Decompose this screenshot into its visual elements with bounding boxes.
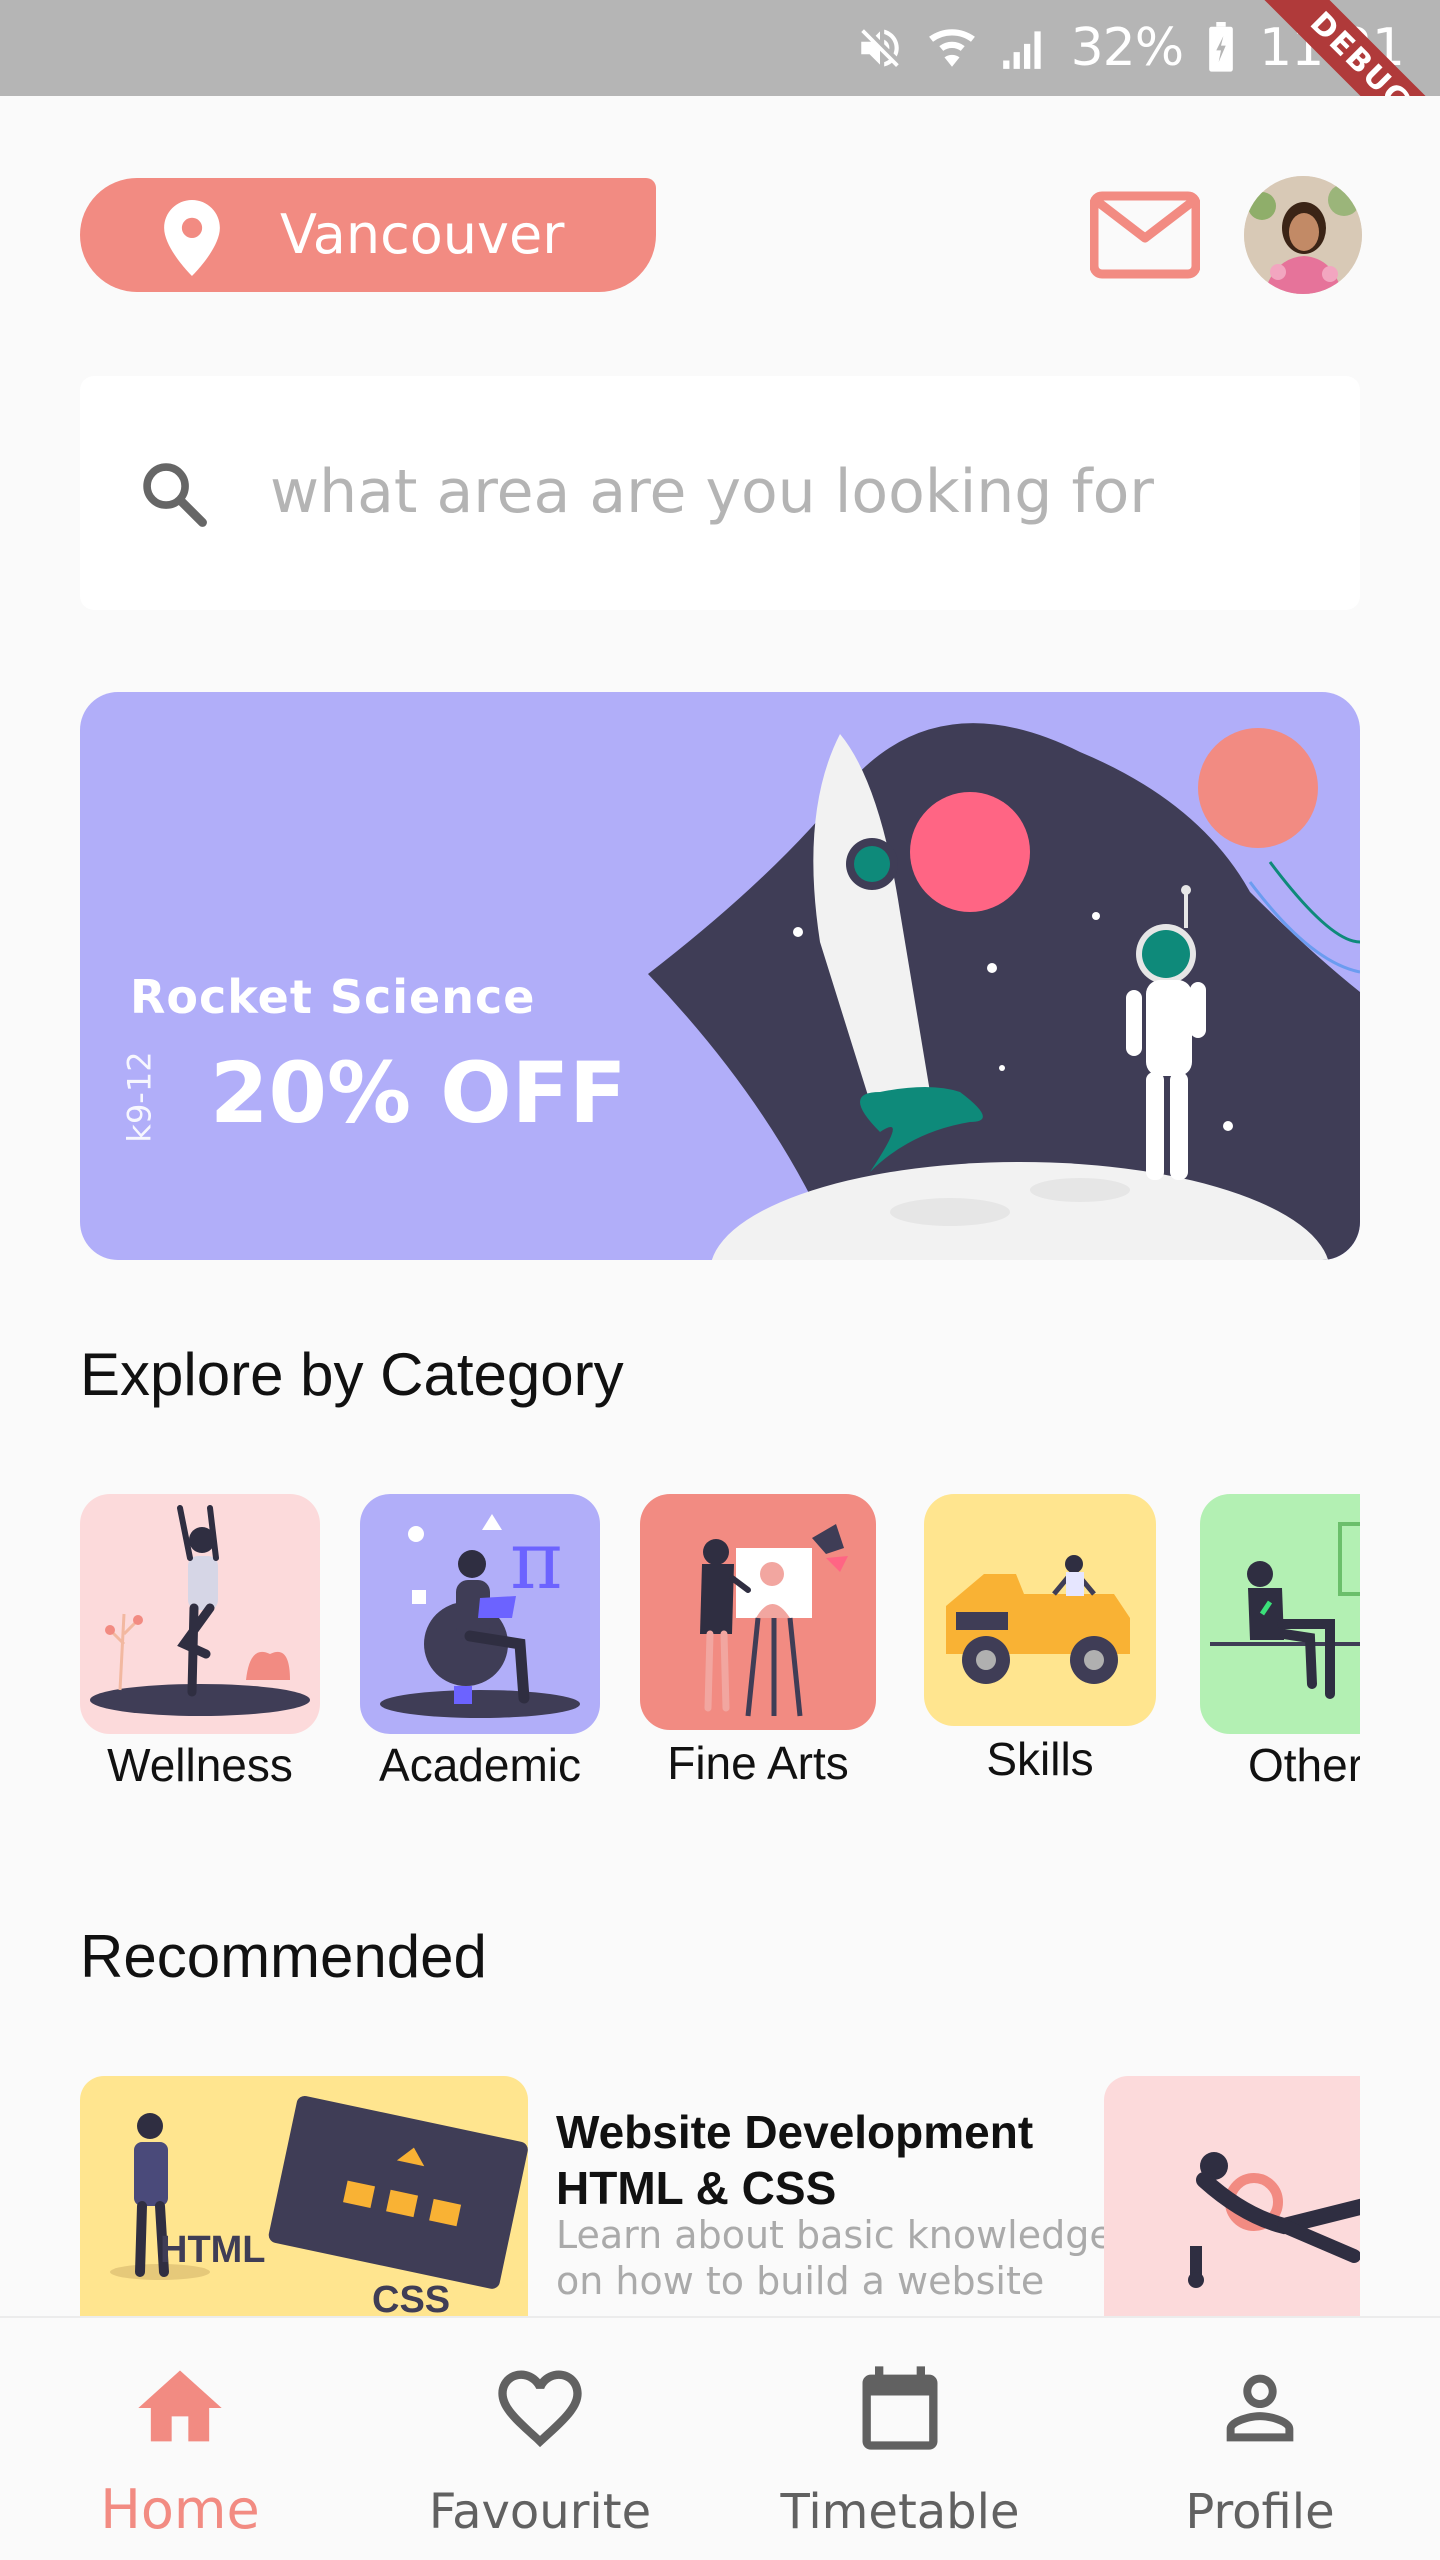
search-input[interactable]	[270, 432, 1310, 552]
recommended-heading: Recommended	[80, 1923, 487, 1990]
category-label: Academic	[379, 1739, 581, 1791]
avatar-photo	[1244, 176, 1362, 294]
promo-banner[interactable]: Rocket Science k9-12 20% OFF	[80, 692, 1360, 1260]
avatar[interactable]	[1244, 176, 1362, 294]
battery-percent: 32%	[1070, 18, 1185, 78]
wellness-illustration	[80, 1494, 320, 1734]
heart-icon	[498, 2370, 582, 2448]
categories-heading: Explore by Category	[80, 1341, 624, 1408]
search-bar[interactable]	[80, 376, 1360, 610]
promo-grade: k9-12	[120, 1051, 159, 1143]
course-card-image-2[interactable]	[1104, 2076, 1360, 2316]
nav-profile[interactable]: Profile	[1080, 2318, 1440, 2560]
location-pin-icon	[164, 200, 220, 276]
location-selector[interactable]: Vancouver	[80, 178, 656, 292]
course-card-image[interactable]: HTML CSS	[80, 2076, 528, 2316]
category-wellness[interactable]: Wellness	[80, 1494, 320, 1791]
nav-label: Favourite	[428, 2484, 652, 2540]
category-label: Other	[1248, 1739, 1360, 1791]
nav-label: Timetable	[780, 2484, 1020, 2540]
status-bar: 32% 11:21 DEBUG	[0, 0, 1440, 96]
svg-text:HTML: HTML	[160, 2229, 266, 2271]
svg-text:π: π	[510, 1514, 563, 1607]
nav-favourite[interactable]: Favourite	[360, 2318, 720, 2560]
skills-illustration	[924, 1494, 1156, 1726]
promo-subtitle: Rocket Science	[130, 970, 536, 1024]
wifi-icon	[928, 29, 975, 67]
category-label: Wellness	[107, 1739, 293, 1791]
category-academic[interactable]: π Academic	[360, 1494, 600, 1791]
search-icon	[143, 463, 207, 527]
academic-illustration: π	[360, 1494, 600, 1734]
person-icon	[1226, 2374, 1294, 2442]
signal-icon	[1002, 31, 1041, 69]
mail-icon	[1089, 191, 1201, 279]
category-skills[interactable]: Skills	[924, 1494, 1156, 1785]
nav-home[interactable]: Home	[0, 2318, 360, 2560]
category-label: Skills	[986, 1733, 1094, 1785]
home-icon	[138, 2370, 222, 2442]
category-other[interactable]: Other	[1200, 1494, 1360, 1791]
fine-arts-illustration	[640, 1494, 876, 1730]
calendar-icon	[862, 2366, 938, 2450]
bottom-nav: Home Favourite Timetable Profile	[0, 2316, 1440, 2560]
course-title[interactable]: Website Development HTML & CSS	[556, 2104, 1116, 2216]
mute-icon	[860, 29, 899, 67]
course-description: Learn about basic knowledge on how to bu…	[556, 2213, 1113, 2303]
recommended-list: HTML CSS Website Development HTML & CSS …	[80, 2076, 1360, 2316]
fitness-illustration	[1188, 2152, 1360, 2288]
category-fine-arts[interactable]: Fine Arts	[640, 1494, 876, 1789]
category-label: Fine Arts	[667, 1737, 849, 1789]
svg-text:CSS: CSS	[372, 2279, 450, 2316]
battery-icon	[1209, 22, 1233, 72]
location-label: Vancouver	[280, 203, 565, 266]
web-dev-illustration: HTML CSS	[110, 2095, 528, 2316]
nav-label: Home	[100, 2478, 260, 2541]
nav-timetable[interactable]: Timetable	[720, 2318, 1080, 2560]
nav-label: Profile	[1185, 2484, 1335, 2540]
other-illustration	[1200, 1494, 1360, 1734]
promo-discount: 20% OFF	[210, 1044, 627, 1142]
category-list: Wellness π Academic Fine Arts Skills Oth…	[80, 1494, 1360, 1794]
mail-button[interactable]	[1089, 190, 1201, 280]
